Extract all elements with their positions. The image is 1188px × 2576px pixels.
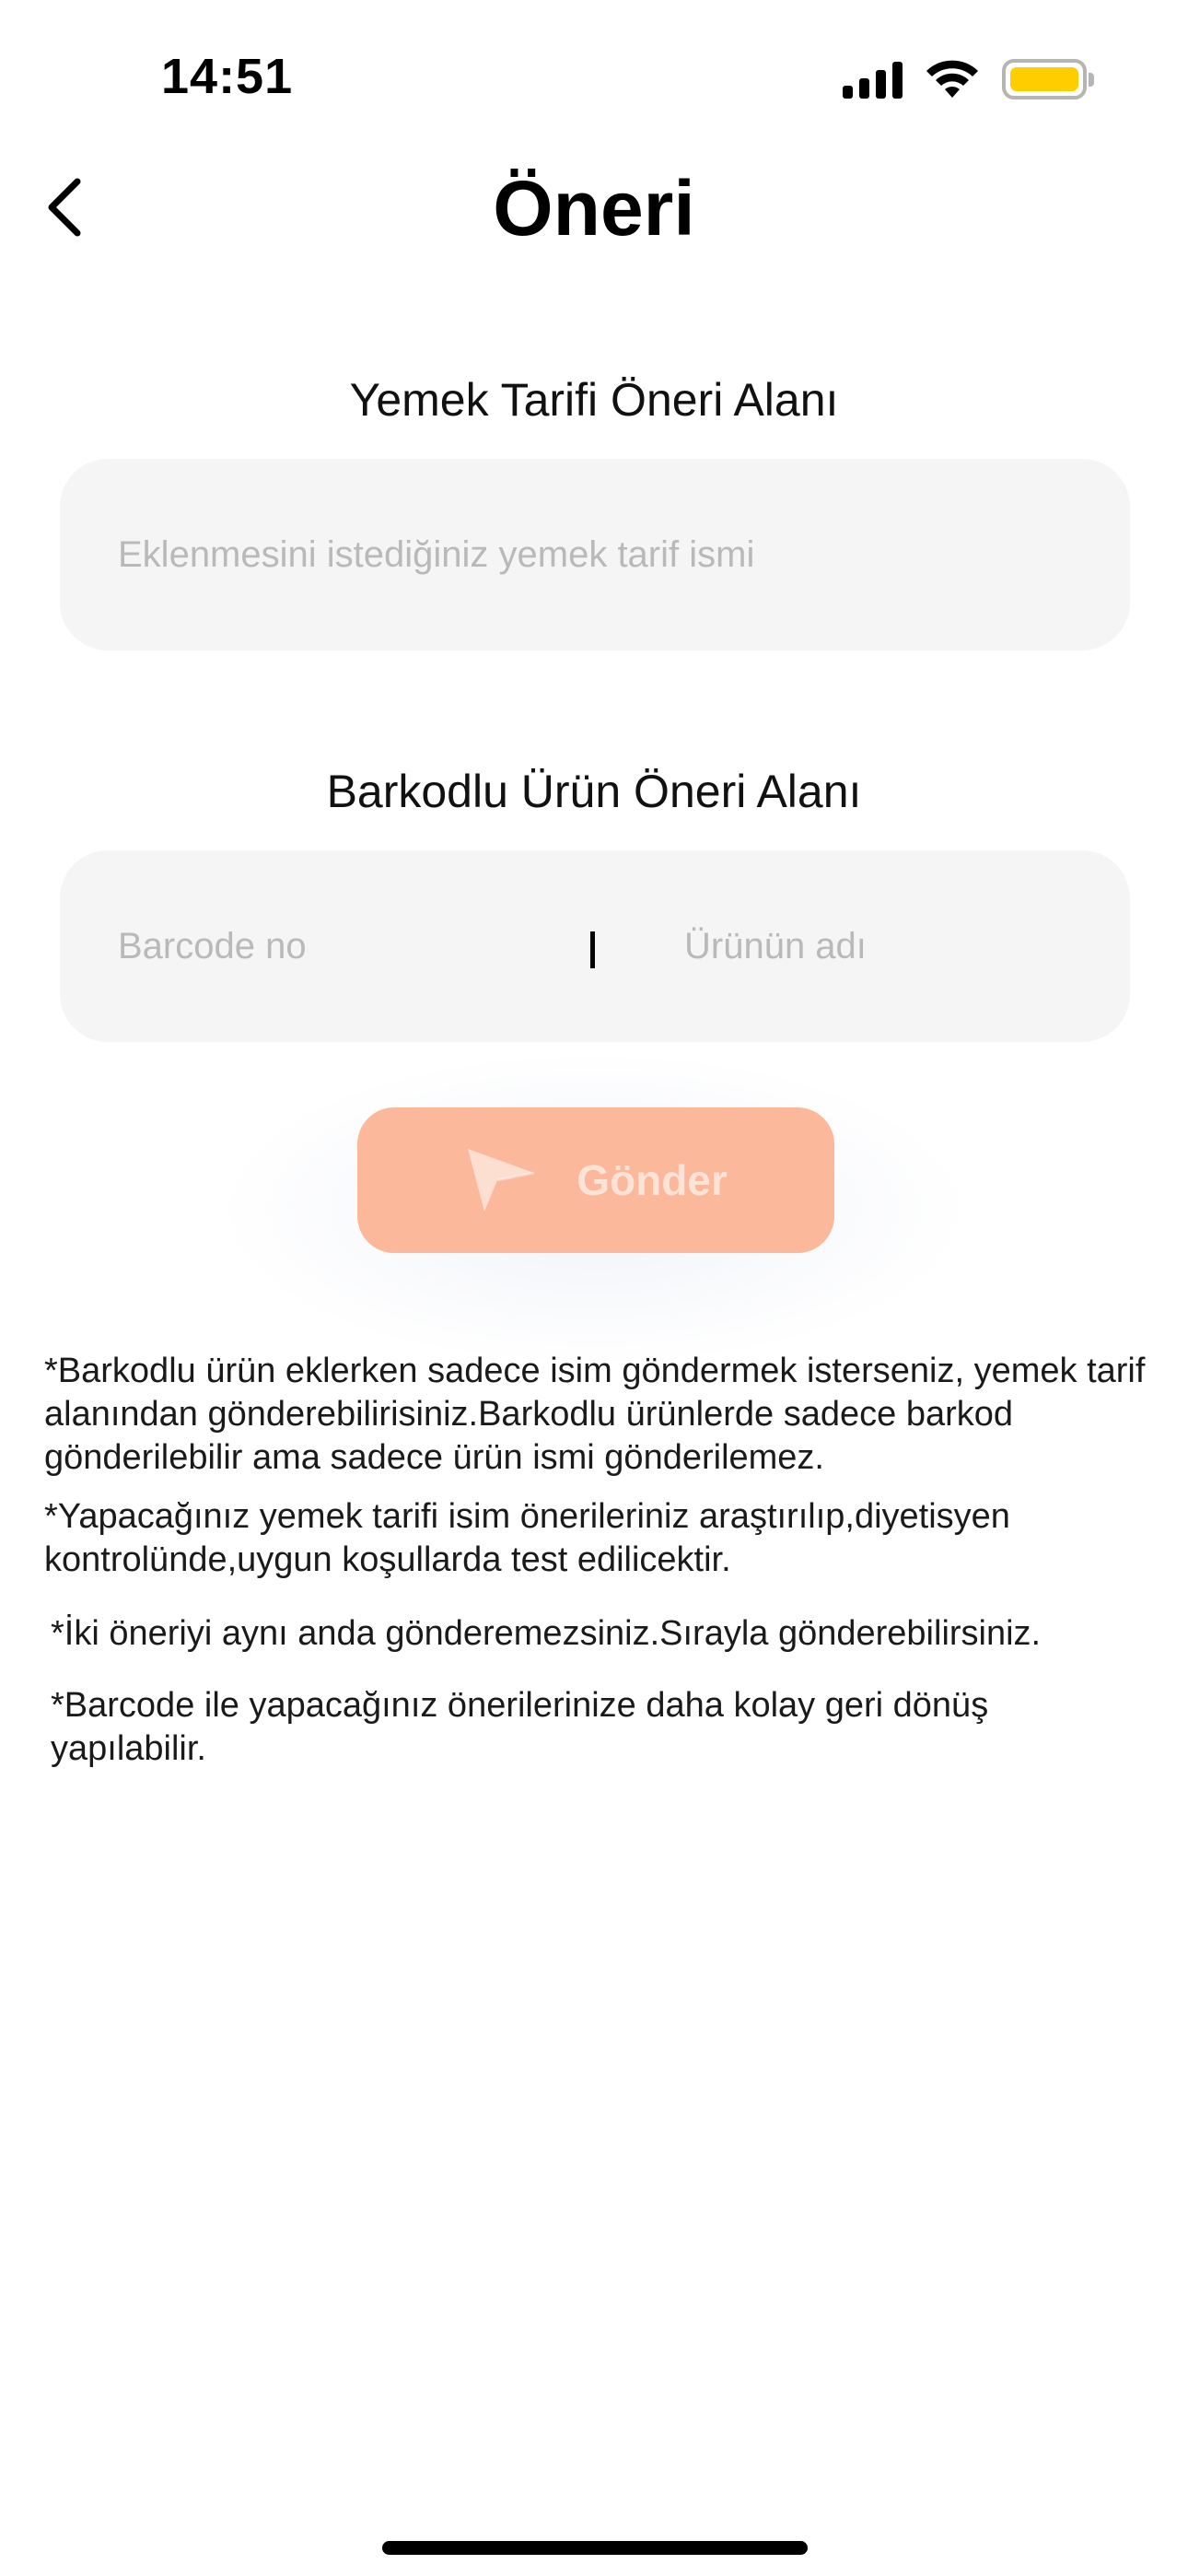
suggestion-screen: 14:51 Öneri Yemek Tarifi Öneri Alanı Bar…	[0, 0, 1188, 2576]
send-button-label: Gönder	[577, 1156, 728, 1204]
field-divider	[590, 931, 595, 968]
status-time: 14:51	[161, 49, 294, 104]
send-button[interactable]: Gönder	[357, 1107, 834, 1253]
paper-plane-icon	[468, 1149, 535, 1212]
barcode-section-label: Barkodlu Ürün Öneri Alanı	[326, 766, 862, 817]
cellular-signal-icon	[843, 60, 903, 99]
info-note-3: *İki öneriyi aynı anda gönderemezsiniz.S…	[51, 1614, 1042, 1653]
wifi-icon	[926, 60, 978, 98]
barcode-input[interactable]	[118, 850, 560, 1042]
recipe-section-label: Yemek Tarifi Öneri Alanı	[349, 374, 839, 426]
barcode-field-container	[60, 850, 1130, 1042]
info-note-1: *Barkodlu ürün eklerken sadece isim gönd…	[44, 1352, 1146, 1477]
info-note-2: *Yapacağınız yemek tarifi isim önerileri…	[44, 1497, 1010, 1579]
recipe-name-input[interactable]	[118, 459, 1094, 650]
info-note-4: *Barcode ile yapacağınız önerilerinize d…	[51, 1686, 989, 1768]
battery-icon	[1002, 59, 1094, 100]
status-icons	[843, 57, 1094, 101]
home-indicator[interactable]	[382, 2541, 808, 2555]
recipe-field-container	[60, 459, 1130, 650]
page-title: Öneri	[493, 165, 695, 252]
product-name-input[interactable]	[684, 850, 1099, 1042]
